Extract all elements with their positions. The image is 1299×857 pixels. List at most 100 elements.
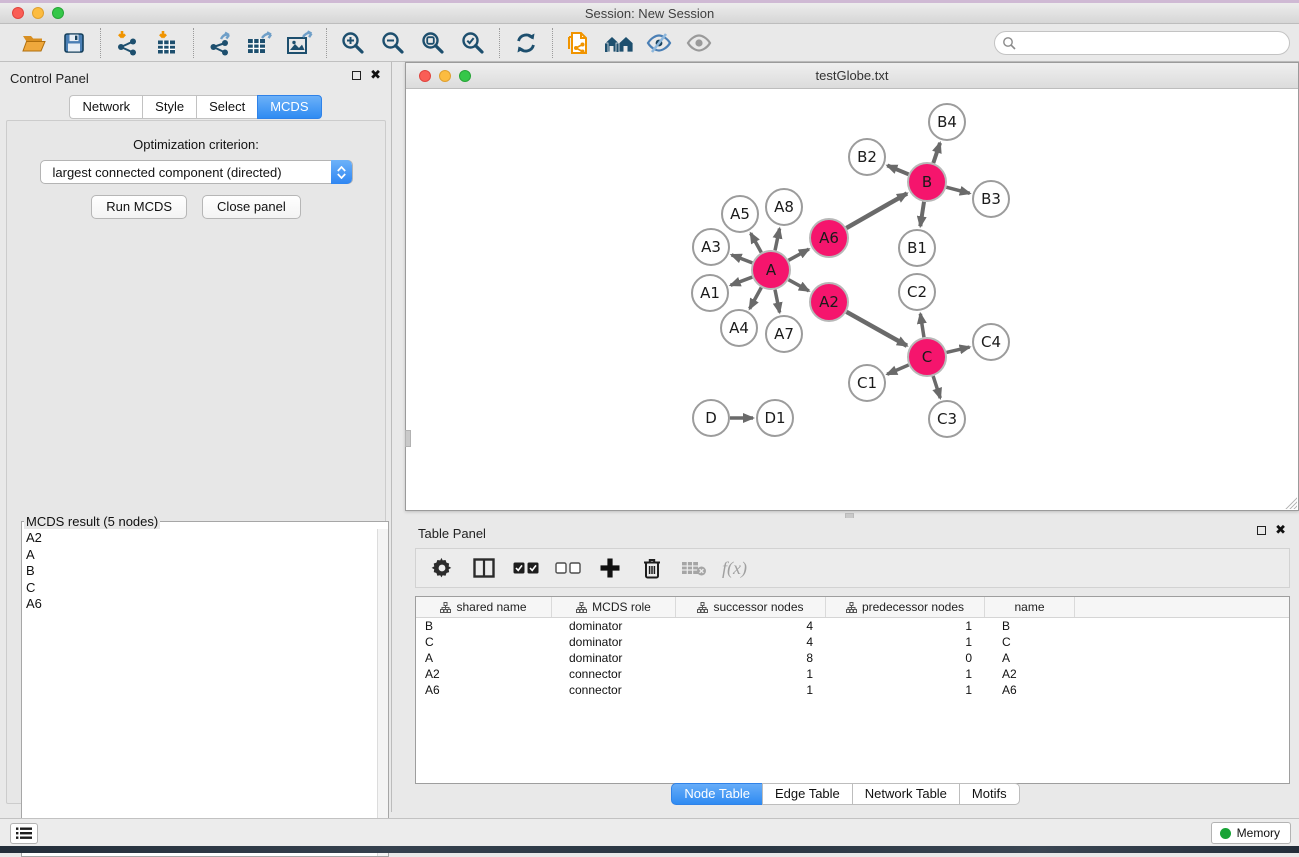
graph-edge-C-C3[interactable] <box>933 376 940 398</box>
open-session-icon[interactable] <box>17 28 51 58</box>
network-canvas[interactable]: B4B2BB3A8A5A6A3B1AC2A1A2A4A7C4CC1DD1C3 <box>406 89 1298 510</box>
network-view-window[interactable]: testGlobe.txt B4B2BB3A8A5A6A3B1AC2A1A2A4… <box>405 62 1299 511</box>
table-cell[interactable]: A6 <box>985 682 1075 698</box>
table-cell[interactable]: A6 <box>416 682 552 698</box>
table-row[interactable]: A6connector11A6 <box>416 682 1289 698</box>
search-input[interactable] <box>1016 36 1289 51</box>
window-resize-grip[interactable] <box>1284 496 1297 509</box>
graph-node-A6[interactable]: A6 <box>810 219 848 257</box>
graph-node-A[interactable]: A <box>752 251 790 289</box>
table-cell[interactable]: dominator <box>552 618 676 634</box>
graph-node-A2[interactable]: A2 <box>810 283 848 321</box>
table-cell[interactable]: 1 <box>826 618 985 634</box>
graph-node-B4[interactable]: B4 <box>929 104 965 140</box>
graph-node-C4[interactable]: C4 <box>973 324 1009 360</box>
network-graph[interactable]: B4B2BB3A8A5A6A3B1AC2A1A2A4A7C4CC1DD1C3 <box>406 89 1298 510</box>
graph-edge-B-B2[interactable] <box>887 165 908 174</box>
table-cell[interactable]: 1 <box>676 666 826 682</box>
graph-edge-A-A3[interactable] <box>732 255 753 263</box>
table-row[interactable]: Bdominator41B <box>416 618 1289 634</box>
memory-button[interactable]: Memory <box>1211 822 1291 844</box>
table-cell[interactable]: connector <box>552 682 676 698</box>
network-window-titlebar[interactable]: testGlobe.txt <box>406 63 1298 89</box>
delete-table-icon[interactable] <box>680 554 708 582</box>
hide-selected-icon[interactable] <box>642 28 676 58</box>
graph-edge-B-B1[interactable] <box>920 202 924 226</box>
graph-edge-A-A5[interactable] <box>751 233 762 252</box>
network-close-button[interactable] <box>419 70 431 82</box>
tab-node-table[interactable]: Node Table <box>671 783 762 805</box>
graph-edge-B-B4[interactable] <box>933 143 940 163</box>
graph-edge-C-C4[interactable] <box>946 347 969 352</box>
table-row[interactable]: A2connector11A2 <box>416 666 1289 682</box>
table-cell[interactable]: 1 <box>826 666 985 682</box>
table-cell[interactable]: B <box>985 618 1075 634</box>
unselect-all-columns-icon[interactable] <box>554 554 582 582</box>
export-table-icon[interactable] <box>243 28 277 58</box>
table-settings-icon[interactable] <box>428 554 456 582</box>
refresh-icon[interactable] <box>509 28 543 58</box>
table-row[interactable]: Adominator80A <box>416 650 1289 666</box>
graph-node-B3[interactable]: B3 <box>973 181 1009 217</box>
graph-node-A7[interactable]: A7 <box>766 316 802 352</box>
table-cell[interactable]: dominator <box>552 650 676 666</box>
add-column-icon[interactable] <box>596 554 624 582</box>
show-columns-icon[interactable] <box>470 554 498 582</box>
tab-network-table[interactable]: Network Table <box>852 783 959 805</box>
graph-node-A8[interactable]: A8 <box>766 189 802 225</box>
zoom-out-icon[interactable] <box>376 28 410 58</box>
graph-edge-B-B3[interactable] <box>946 187 969 193</box>
new-network-from-selection-icon[interactable] <box>562 28 596 58</box>
table-cell[interactable]: C <box>416 634 552 650</box>
mcds-result-item[interactable]: A2 <box>26 530 373 547</box>
graph-edge-A2-C[interactable] <box>846 312 907 346</box>
table-cell[interactable]: dominator <box>552 634 676 650</box>
graph-node-C[interactable]: C <box>908 338 946 376</box>
column-header-name[interactable]: name <box>985 597 1075 617</box>
table-cell[interactable]: 4 <box>676 618 826 634</box>
column-header-predecessor-nodes[interactable]: predecessor nodes <box>826 597 985 617</box>
close-panel-button[interactable]: Close panel <box>202 195 301 219</box>
graph-edge-C-C2[interactable] <box>920 314 924 337</box>
graph-node-B1[interactable]: B1 <box>899 230 935 266</box>
table-cell[interactable]: 4 <box>676 634 826 650</box>
zoom-in-icon[interactable] <box>336 28 370 58</box>
zoom-window-button[interactable] <box>52 7 64 19</box>
table-cell[interactable]: A2 <box>985 666 1075 682</box>
table-cell[interactable]: B <box>416 618 552 634</box>
save-session-icon[interactable] <box>57 28 91 58</box>
tab-mcds[interactable]: MCDS <box>257 95 321 119</box>
graph-edge-A-A1[interactable] <box>731 277 753 285</box>
minimize-window-button[interactable] <box>32 7 44 19</box>
export-network-icon[interactable] <box>203 28 237 58</box>
graph-edge-A-A7[interactable] <box>775 290 780 313</box>
task-history-button[interactable] <box>10 823 38 844</box>
graph-edge-A-A8[interactable] <box>775 229 780 251</box>
close-window-button[interactable] <box>12 7 24 19</box>
close-panel-icon[interactable]: ✖ <box>370 70 381 80</box>
column-header-shared-name[interactable]: shared name <box>416 597 552 617</box>
import-table-icon[interactable] <box>150 28 184 58</box>
graph-edge-A6-B[interactable] <box>846 193 907 228</box>
tab-edge-table[interactable]: Edge Table <box>762 783 852 805</box>
table-row[interactable]: Cdominator41C <box>416 634 1289 650</box>
float-panel-icon[interactable] <box>352 71 361 80</box>
tab-style[interactable]: Style <box>142 95 196 119</box>
graph-edge-A-A4[interactable] <box>750 288 762 309</box>
zoom-selected-icon[interactable] <box>456 28 490 58</box>
column-header-MCDS-role[interactable]: MCDS role <box>552 597 676 617</box>
network-minimize-button[interactable] <box>439 70 451 82</box>
export-image-icon[interactable] <box>283 28 317 58</box>
select-all-columns-icon[interactable] <box>512 554 540 582</box>
table-cell[interactable]: 0 <box>826 650 985 666</box>
delete-columns-icon[interactable] <box>638 554 666 582</box>
mcds-result-item[interactable]: A6 <box>26 596 373 613</box>
graph-node-C3[interactable]: C3 <box>929 401 965 437</box>
table-cell[interactable]: 1 <box>676 682 826 698</box>
import-network-icon[interactable] <box>110 28 144 58</box>
table-cell[interactable]: 8 <box>676 650 826 666</box>
table-cell[interactable]: C <box>985 634 1075 650</box>
tab-network[interactable]: Network <box>69 95 142 119</box>
graph-node-B[interactable]: B <box>908 163 946 201</box>
graph-edge-A-A2[interactable] <box>789 280 809 291</box>
